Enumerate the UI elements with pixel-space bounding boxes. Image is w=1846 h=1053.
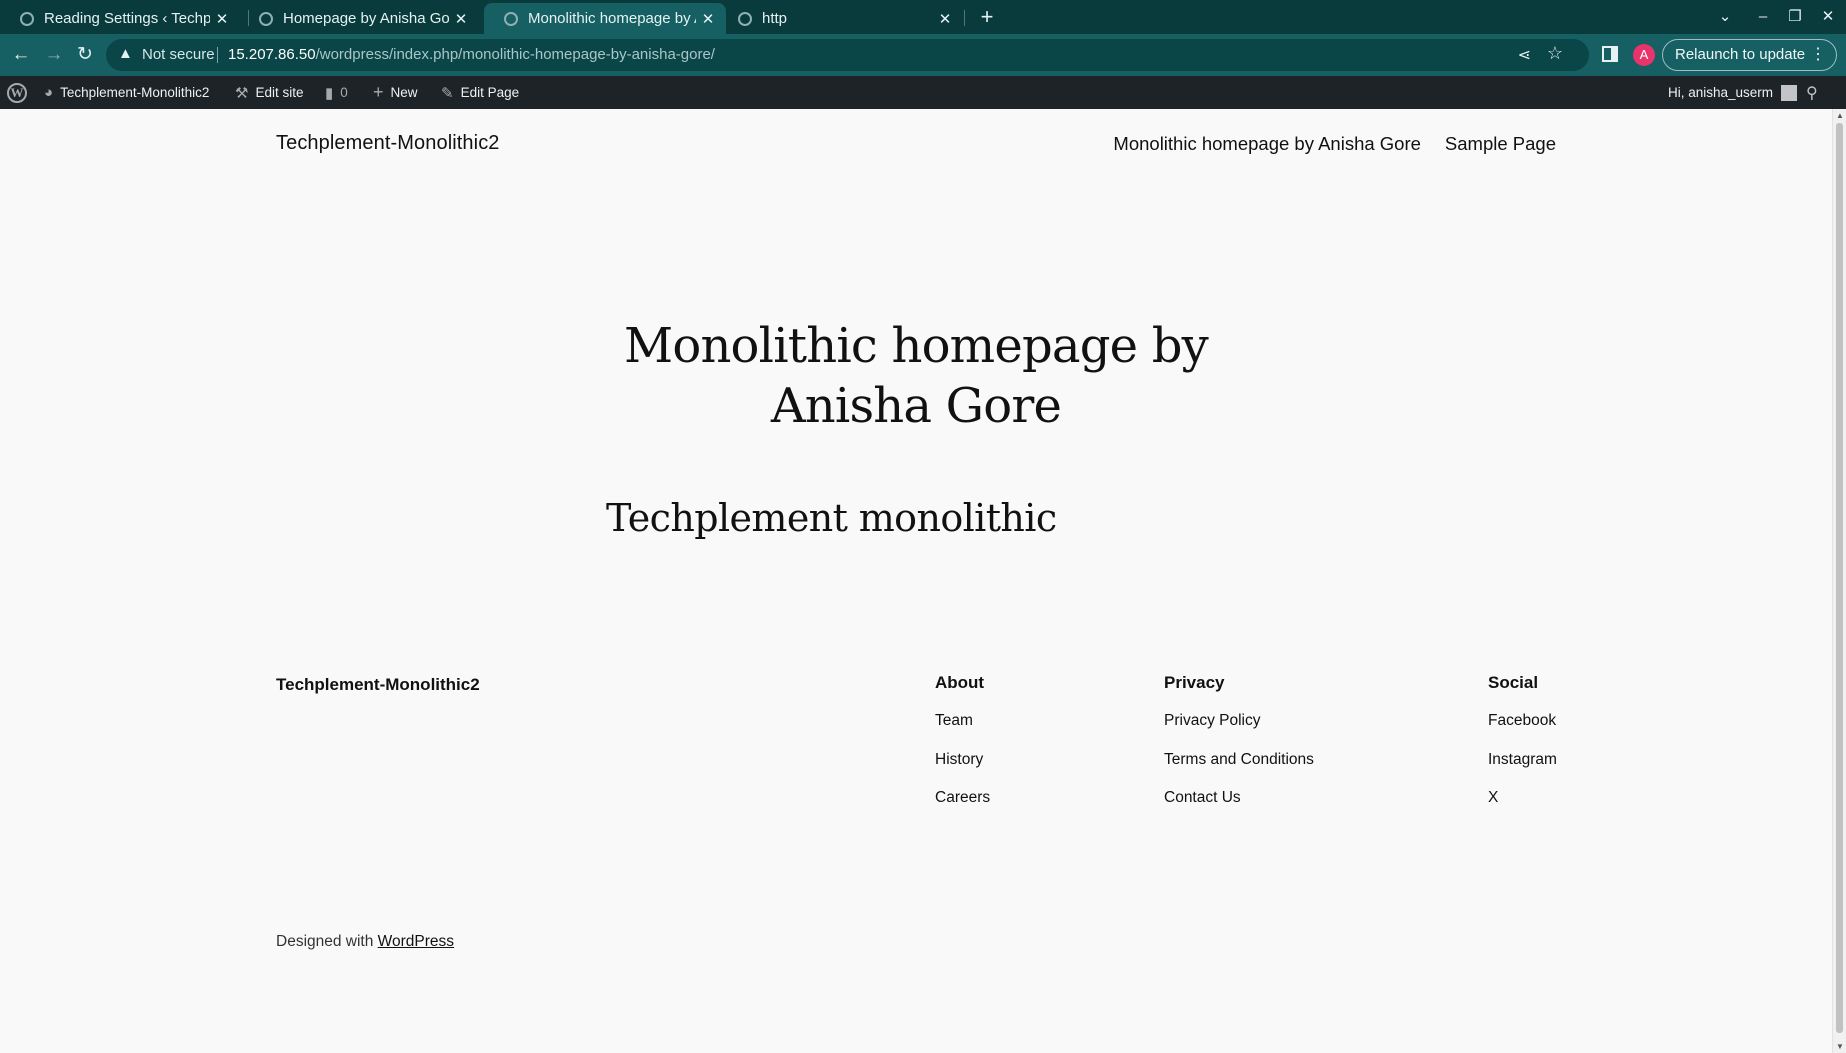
new-label: New [390, 85, 418, 100]
hammer-icon: ⚒ [235, 84, 249, 102]
footer-link-instagram[interactable]: Instagram [1488, 748, 1557, 787]
primary-navigation: Monolithic homepage by Anisha Gore Sampl… [1113, 133, 1556, 155]
tab-title: Homepage by Anisha Gore [283, 10, 449, 27]
address-bar[interactable]: ▲ Not secure 15.207.86.50/wordpress/inde… [106, 39, 1589, 71]
relaunch-button[interactable]: Relaunch to update ⋮ [1662, 39, 1837, 71]
footer-link-history[interactable]: History [935, 748, 990, 787]
globe-icon [259, 11, 273, 26]
page-scrollbar[interactable]: ▲ ▼ [1832, 109, 1846, 1053]
page-title-line-1: Monolithic homepage by [624, 318, 1209, 374]
footer-column-social: Social Facebook Instagram X [1488, 671, 1557, 825]
edit-page-label: Edit Page [460, 85, 520, 100]
url-host: 15.207.86.50 [228, 46, 316, 63]
footer-link-team[interactable]: Team [935, 709, 990, 748]
search-icon: ⚲ [1806, 84, 1818, 102]
footer-link-facebook[interactable]: Facebook [1488, 709, 1557, 748]
comment-icon: ▮ [325, 84, 334, 102]
address-separator [217, 47, 218, 63]
browser-tab-bar: Reading Settings ‹ Techplement-Monolithi… [0, 0, 1846, 34]
browser-tab[interactable]: Homepage by Anisha Gore ✕ [239, 3, 479, 34]
credits-prefix: Designed with [276, 933, 378, 950]
edit-site-label: Edit site [255, 85, 304, 100]
tab-separator [964, 10, 965, 26]
site-title[interactable]: Techplement-Monolithic2 [276, 132, 500, 155]
profile-avatar[interactable]: A [1633, 44, 1655, 66]
footer-credits: Designed with WordPress [276, 933, 454, 951]
scroll-down-icon[interactable]: ▼ [1836, 1042, 1844, 1051]
tab-title: Reading Settings ‹ Techplement-Monolithi… [44, 10, 210, 27]
url-text[interactable]: 15.207.86.50/wordpress/index.php/monolit… [228, 46, 715, 63]
scroll-up-icon[interactable]: ▲ [1836, 111, 1844, 120]
footer-heading-social: Social [1488, 673, 1539, 692]
relaunch-label: Relaunch to update [1675, 46, 1806, 63]
scrollbar-thumb[interactable] [1836, 123, 1843, 1033]
close-icon[interactable]: ✕ [696, 10, 720, 28]
account-menu[interactable]: Hi, anisha_userm [1668, 76, 1798, 109]
page-title-line-2: Anisha Gore [770, 378, 1062, 434]
user-avatar-icon [1781, 84, 1798, 101]
admin-search-icon[interactable]: ⚲ [1806, 76, 1818, 109]
close-icon[interactable]: ✕ [933, 10, 957, 28]
side-panel-icon[interactable] [1602, 46, 1618, 62]
back-arrow-icon[interactable]: ← [7, 41, 35, 69]
new-tab-button[interactable]: + [975, 4, 999, 30]
footer-site-title[interactable]: Techplement-Monolithic2 [276, 675, 480, 695]
footer-heading-privacy: Privacy [1164, 673, 1225, 692]
star-icon[interactable]: ☆ [1547, 43, 1563, 64]
page-viewport: Techplement-Monolithic2 Monolithic homep… [0, 109, 1832, 1053]
nav-item-monolithic-homepage[interactable]: Monolithic homepage by Anisha Gore [1113, 133, 1421, 155]
url-path: /wordpress/index.php/monolithic-homepage… [315, 46, 715, 63]
comments-link[interactable]: ▮ 0 [325, 76, 348, 109]
pencil-icon: ✎ [441, 84, 454, 102]
browser-tab[interactable]: http ✕ [718, 3, 963, 34]
minimize-icon[interactable]: – [1748, 4, 1778, 30]
share-icon[interactable]: ⋖ [1518, 45, 1531, 65]
browser-tab[interactable]: Reading Settings ‹ Techplement-Monolithi… [0, 3, 240, 34]
security-label[interactable]: Not secure [142, 46, 215, 63]
page-paragraph: Techplement monolithic [606, 496, 1057, 540]
wp-admin-bar: W ◕ Techplement-Monolithic2 ⚒ Edit site … [0, 76, 1846, 109]
reload-icon[interactable]: ↻ [71, 41, 99, 69]
footer-heading-about: About [935, 673, 985, 692]
footer-link-terms[interactable]: Terms and Conditions [1164, 748, 1314, 787]
new-content-link[interactable]: + New [373, 76, 418, 109]
nav-item-sample-page[interactable]: Sample Page [1445, 133, 1556, 155]
wordpress-logo-menu[interactable]: W [7, 76, 27, 109]
tab-title: http [762, 10, 788, 27]
close-icon[interactable]: ✕ [449, 10, 473, 28]
footer-column-about: About Team History Careers [935, 671, 990, 825]
close-icon[interactable]: ✕ [210, 10, 234, 28]
browser-toolbar: ← → ↻ ▲ Not secure 15.207.86.50/wordpres… [0, 34, 1846, 76]
admin-site-name-label: Techplement-Monolithic2 [60, 85, 210, 100]
footer-link-careers[interactable]: Careers [935, 786, 990, 825]
edit-page-link[interactable]: ✎ Edit Page [441, 76, 519, 109]
admin-site-name[interactable]: ◕ Techplement-Monolithic2 [44, 76, 209, 109]
footer-link-x[interactable]: X [1488, 786, 1557, 825]
browser-tab-active[interactable]: Monolithic homepage by Anisha Gore ✕ [484, 3, 726, 34]
globe-icon [20, 11, 34, 26]
tab-title: Monolithic homepage by Anisha Gore [528, 10, 696, 27]
comments-count: 0 [340, 85, 348, 100]
edit-site-link[interactable]: ⚒ Edit site [235, 76, 303, 109]
globe-icon [738, 11, 752, 26]
plus-icon: + [373, 82, 384, 102]
globe-icon [504, 11, 518, 26]
forward-arrow-icon[interactable]: → [40, 41, 68, 69]
wordpress-logo-icon: W [7, 82, 27, 103]
greeting-label: Hi, anisha_userm [1668, 85, 1774, 100]
footer-link-contact[interactable]: Contact Us [1164, 786, 1314, 825]
restore-icon[interactable]: ❐ [1780, 4, 1810, 30]
warning-icon[interactable]: ▲ [118, 45, 133, 62]
footer-link-privacy-policy[interactable]: Privacy Policy [1164, 709, 1314, 748]
wordpress-link[interactable]: WordPress [378, 933, 454, 950]
window-close-icon[interactable]: ✕ [1813, 4, 1843, 30]
more-vert-icon[interactable]: ⋮ [1810, 40, 1826, 70]
page-title: Monolithic homepage by Anisha Gore [516, 316, 1316, 436]
dashboard-icon: ◕ [44, 84, 54, 101]
tab-search-icon[interactable]: ⌄ [1710, 4, 1740, 30]
footer-column-privacy: Privacy Privacy Policy Terms and Conditi… [1164, 671, 1314, 825]
